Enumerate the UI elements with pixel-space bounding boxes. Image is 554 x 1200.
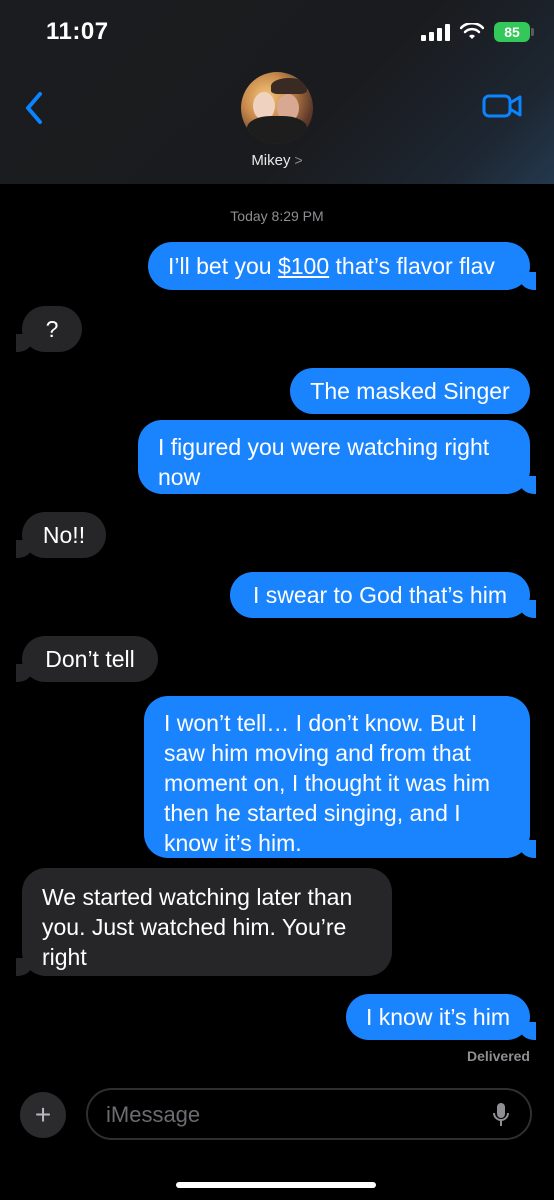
signal-icon bbox=[421, 23, 450, 41]
status-icons: 85 bbox=[421, 22, 534, 42]
bubble-tail bbox=[16, 664, 34, 682]
money-link[interactable]: $100 bbox=[278, 253, 329, 279]
bubble-tail bbox=[16, 958, 34, 976]
bubble-tail bbox=[16, 540, 34, 558]
message-input[interactable]: iMessage bbox=[86, 1088, 532, 1140]
microphone-icon[interactable] bbox=[492, 1102, 510, 1128]
contact-name[interactable]: Mikey > bbox=[0, 152, 554, 169]
chevron-left-icon bbox=[26, 92, 42, 124]
message-bubble-sent[interactable]: The masked Singer bbox=[290, 368, 530, 414]
wifi-icon bbox=[460, 23, 484, 39]
message-bubble-received[interactable]: We started watching later than you. Just… bbox=[22, 868, 392, 976]
message-bubble-received[interactable]: Don’t tell bbox=[22, 636, 158, 682]
bubble-tail bbox=[518, 840, 536, 858]
message-bubble-sent[interactable]: I won’t tell… I don’t know. But I saw hi… bbox=[144, 696, 530, 858]
conversation-header: 11:07 85 Mikey > bbox=[0, 0, 554, 184]
back-button[interactable] bbox=[20, 90, 50, 126]
bubble-tail bbox=[518, 1022, 536, 1040]
message-input-placeholder: iMessage bbox=[106, 1102, 201, 1127]
delivered-status: Delivered bbox=[466, 1048, 530, 1064]
message-bubble-sent[interactable]: I figured you were watching right now bbox=[138, 420, 530, 494]
contact-avatar[interactable] bbox=[241, 72, 313, 144]
status-bar: 11:07 85 bbox=[0, 0, 554, 70]
plus-icon: + bbox=[34, 1099, 52, 1130]
bubble-tail bbox=[518, 272, 536, 290]
chevron-right-icon: > bbox=[294, 152, 303, 168]
contact-name-label: Mikey bbox=[251, 152, 291, 169]
add-attachment-button[interactable]: + bbox=[20, 1092, 66, 1138]
message-bubble-sent[interactable]: I swear to God that’s him bbox=[230, 572, 530, 618]
message-bubble-received[interactable]: No!! bbox=[22, 512, 106, 558]
home-indicator[interactable] bbox=[176, 1182, 376, 1188]
message-bubble-sent[interactable]: I know it’s him bbox=[346, 994, 530, 1040]
bubble-tail bbox=[518, 476, 536, 494]
battery-indicator: 85 bbox=[494, 22, 534, 42]
bubble-tail bbox=[518, 600, 536, 618]
status-time: 11:07 bbox=[46, 18, 109, 45]
message-timestamp: Today 8:29 PM bbox=[230, 208, 324, 224]
video-camera-icon bbox=[482, 94, 522, 118]
video-call-button[interactable] bbox=[482, 92, 524, 120]
bubble-tail bbox=[16, 334, 34, 352]
message-bubble-sent[interactable]: I’ll bet you $100 that’s flavor flav bbox=[148, 242, 530, 290]
